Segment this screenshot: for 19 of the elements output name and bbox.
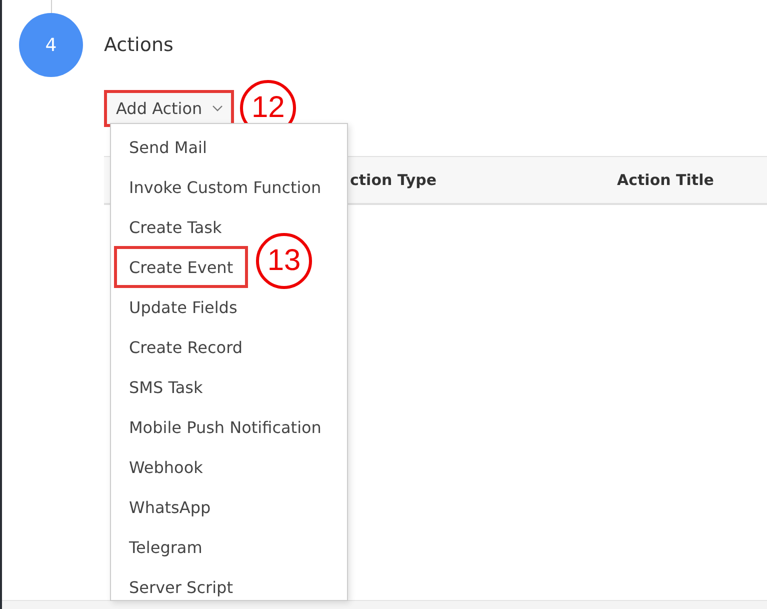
section-title: Actions [104,33,174,58]
menu-item[interactable]: Telegram [114,526,218,568]
menu-item[interactable]: Server Script [114,566,248,608]
add-action-button[interactable]: Add Action [104,90,234,126]
column-header: Action Title [616,171,715,189]
callout-number: 13 [256,233,312,289]
step-number: 4 [19,13,83,77]
menu-item[interactable]: Create Event [114,246,248,288]
menu-item[interactable]: Update Fields [114,286,252,328]
menu-item[interactable]: SMS Task [114,366,218,408]
menu-item[interactable]: WhatsApp [114,486,226,528]
menu-item[interactable]: Webhook [114,446,218,488]
menu-item[interactable]: Mobile Push Notification [114,406,336,448]
menu-item[interactable]: Create Record [114,326,258,368]
menu-item[interactable]: Create Task [114,206,237,248]
column-header: ction Type [350,171,438,189]
menu-item[interactable]: Invoke Custom Function [114,166,336,208]
menu-item[interactable]: Send Mail [114,126,222,168]
caret-icon [212,104,224,112]
